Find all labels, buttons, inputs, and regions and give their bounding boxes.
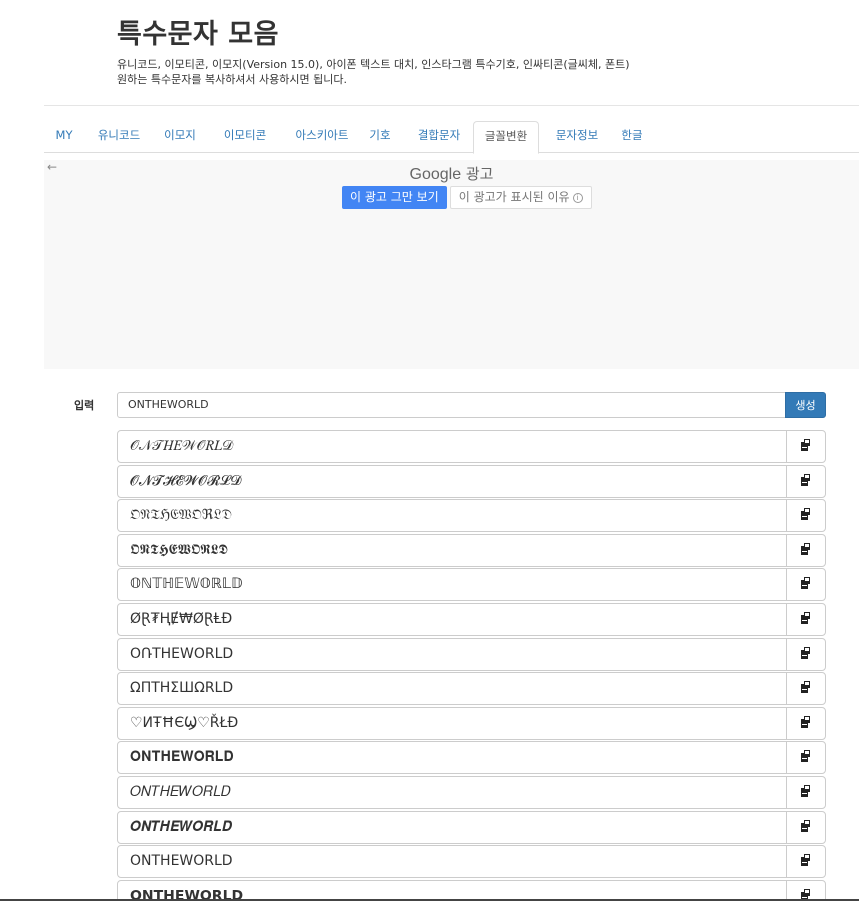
clipboard-icon [799, 783, 813, 802]
result-text[interactable]: ØⱤ₮ⱧɆ₩ØⱤⱠĐ [130, 604, 232, 635]
text-input[interactable]: ONTHEWORLD [117, 392, 786, 418]
clipboard-icon [799, 541, 813, 560]
generate-button[interactable]: 생성 [785, 392, 826, 418]
result-text[interactable]: ΩΠTHΣШΩRLD [130, 673, 233, 704]
result-row: 𝑂𝑁𝑇𝐻𝐸𝑊𝑂𝑅𝐿𝐷 [117, 776, 826, 809]
google-logo: Google [409, 166, 462, 183]
clipboard-icon [799, 852, 813, 871]
clipboard-icon [799, 714, 813, 733]
ad-heading: Google 광고 [44, 163, 859, 184]
copy-button[interactable] [786, 604, 825, 635]
result-row: OՌTHEWORLD [117, 637, 826, 671]
description-line-2: 원하는 특수문자를 복사하셔서 사용하시면 됩니다. [117, 73, 348, 86]
result-row: 𝕺𝕹𝕿𝕳𝕰𝖂𝕺𝕽𝕷𝕯 [117, 533, 826, 567]
result-row: ♡ИŦĦЄϢ♡ŘŁÐ [117, 706, 826, 740]
copy-button[interactable] [786, 707, 825, 739]
result-text[interactable]: 𝑂𝑁𝑇𝐻𝐸𝑊𝑂𝑅𝐿𝐷 [130, 777, 231, 808]
result-text[interactable]: 𝓞𝓝𝓣𝓗𝓔𝓦𝓞𝓡𝓛𝓓 [130, 466, 241, 497]
clipboard-icon [799, 610, 813, 629]
result-row: 𝔒𝔑𝔗ℌ𝔈𝔚𝔒ℜ𝔏𝔇 [117, 499, 826, 533]
result-row: 𝑶𝑵𝑻𝑯𝑬𝑾𝑶𝑹𝑳𝑫 [117, 810, 826, 844]
clipboard-icon [799, 506, 813, 525]
result-text[interactable]: OՌTHEWORLD [130, 639, 233, 670]
tab-hangul[interactable]: 한글 [614, 121, 650, 153]
result-text[interactable]: 𝕆ℕ𝕋ℍ𝔼𝕎𝕆ℝ𝕃𝔻 [130, 569, 243, 600]
page-header: 특수문자 모음 유니코드, 이모티콘, 이모지(Version 15.0), 아… [117, 18, 630, 87]
result-text[interactable]: 𝒪𝒩𝒯𝐻𝐸𝒲𝒪𝑅𝐿𝒟 [130, 431, 233, 462]
copy-button[interactable] [786, 846, 825, 878]
result-row: 𝕆ℕ𝕋ℍ𝔼𝕎𝕆ℝ𝕃𝔻 [117, 568, 826, 602]
why-ad-button[interactable]: 이 광고가 표시된 이유 i [449, 186, 592, 209]
clipboard-icon [799, 437, 813, 456]
result-row: 𝒪𝒩𝒯𝐻𝐸𝒲𝒪𝑅𝐿𝒟 [117, 430, 826, 463]
clipboard-icon [799, 818, 813, 837]
result-row: 𝗢𝗡𝗧𝗛𝗘𝗪𝗢𝗥𝗟𝗗 [117, 879, 826, 901]
clipboard-icon [799, 679, 813, 698]
result-text[interactable]: 𝗢𝗡𝗧𝗛𝗘𝗪𝗢𝗥𝗟𝗗 [130, 881, 243, 901]
copy-button[interactable] [786, 742, 825, 774]
copy-button[interactable] [786, 500, 825, 532]
stop-ad-button[interactable]: 이 광고 그만 보기 [342, 186, 447, 209]
result-text[interactable]: 𝐎𝐍𝐓𝐇𝐄𝐖𝐎𝐑𝐋𝐃 [130, 742, 234, 773]
result-text[interactable]: 𝔒𝔑𝔗ℌ𝔈𝔚𝔒ℜ𝔏𝔇 [130, 500, 232, 531]
clipboard-icon [799, 575, 813, 594]
clipboard-icon [799, 472, 813, 491]
copy-button[interactable] [786, 638, 825, 670]
tab-unicode[interactable]: 유니코드 [90, 121, 148, 153]
tab-char-info[interactable]: 문자정보 [547, 121, 607, 153]
result-row: ΩΠTHΣШΩRLD [117, 672, 826, 706]
copy-button[interactable] [786, 431, 825, 462]
result-row: 𝖮𝖭𝖳𝖧𝖤𝖶𝖮𝖱𝖫𝖣 [117, 845, 826, 879]
result-text[interactable]: 𝖮𝖭𝖳𝖧𝖤𝖶𝖮𝖱𝖫𝖣 [130, 846, 233, 877]
clipboard-icon [799, 645, 813, 664]
copy-button[interactable] [786, 534, 825, 566]
why-ad-label: 이 광고가 표시된 이유 [458, 190, 570, 204]
result-row: ØⱤ₮ⱧɆ₩ØⱤⱠĐ [117, 603, 826, 636]
nav-tabs: MY 유니코드 이모지 이모티콘 아스키아트 기호 결합문자 글꼴변환 문자정보… [44, 121, 859, 154]
ad-area: ← Google 광고 이 광고 그만 보기 이 광고가 표시된 이유 i [44, 160, 859, 369]
result-text[interactable]: 𝕺𝕹𝕿𝕳𝕰𝖂𝕺𝕽𝕷𝕯 [130, 535, 228, 566]
info-icon: i [572, 192, 583, 203]
ad-label: 광고 [465, 165, 494, 183]
result-row: 𝓞𝓝𝓣𝓗𝓔𝓦𝓞𝓡𝓛𝓓 [117, 464, 826, 498]
copy-button[interactable] [786, 811, 825, 843]
ad-buttons: 이 광고 그만 보기 이 광고가 표시된 이유 i [342, 186, 592, 209]
tab-emoji[interactable]: 이모지 [157, 121, 203, 153]
description-line-1: 유니코드, 이모티콘, 이모지(Version 15.0), 아이폰 텍스트 대… [117, 58, 630, 71]
tab-emoticon[interactable]: 이모티콘 [214, 121, 276, 153]
copy-button[interactable] [786, 880, 825, 901]
copy-button[interactable] [786, 465, 825, 497]
copy-button[interactable] [786, 777, 825, 808]
site-title[interactable]: 특수문자 모음 [117, 18, 630, 52]
result-row: 𝐎𝐍𝐓𝐇𝐄𝐖𝐎𝐑𝐋𝐃 [117, 741, 826, 775]
clipboard-icon [799, 748, 813, 767]
result-text[interactable]: 𝑶𝑵𝑻𝑯𝑬𝑾𝑶𝑹𝑳𝑫 [130, 812, 232, 843]
tab-my[interactable]: MY [48, 121, 80, 153]
header-divider [44, 105, 859, 106]
tab-symbols[interactable]: 기호 [362, 121, 398, 153]
result-text[interactable]: ♡ИŦĦЄϢ♡ŘŁÐ [130, 708, 238, 739]
tab-ascii-art[interactable]: 아스키아트 [286, 121, 358, 153]
tab-font-convert[interactable]: 글꼴변환 [473, 121, 539, 154]
input-label: 입력 [74, 399, 95, 412]
site-description: 유니코드, 이모티콘, 이모지(Version 15.0), 아이폰 텍스트 대… [117, 57, 630, 87]
tab-combining[interactable]: 결합문자 [410, 121, 468, 153]
copy-button[interactable] [786, 569, 825, 601]
copy-button[interactable] [786, 673, 825, 705]
